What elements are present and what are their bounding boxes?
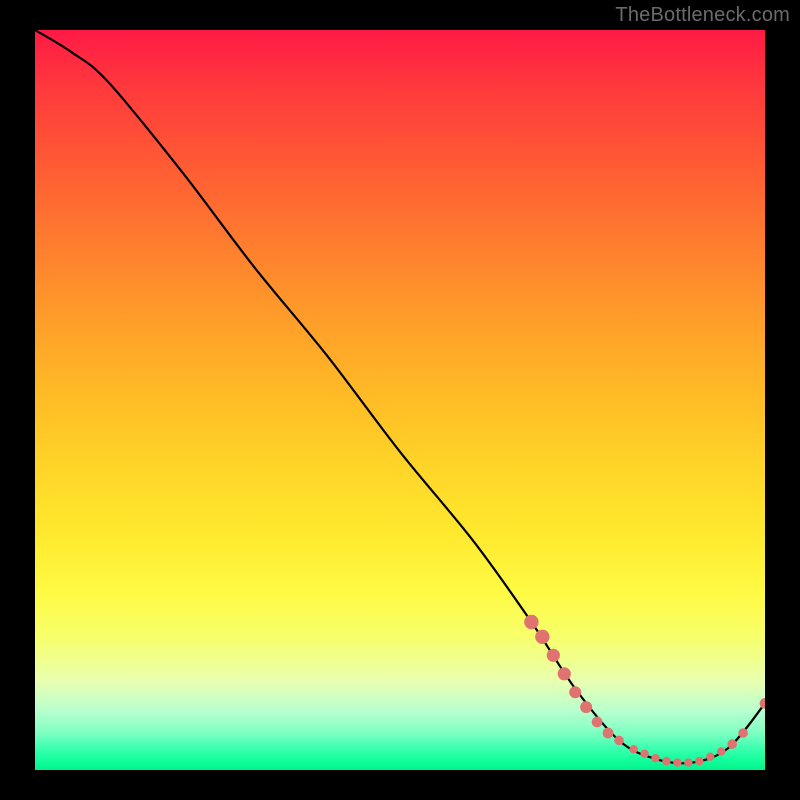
data-marker (706, 752, 714, 760)
data-marker (738, 728, 748, 738)
data-marker (717, 747, 725, 755)
data-marker (684, 758, 692, 766)
data-marker (629, 745, 637, 753)
data-marker (760, 698, 765, 709)
data-marker (558, 667, 571, 680)
bottleneck-curve (35, 30, 765, 763)
data-marker (592, 717, 603, 728)
chart-svg (35, 30, 765, 770)
data-marker (651, 754, 659, 762)
data-marker (614, 736, 624, 746)
data-marker (535, 630, 549, 644)
data-marker (580, 701, 592, 713)
data-marker (662, 757, 670, 765)
data-marker (673, 758, 681, 766)
plot-area (35, 30, 765, 770)
watermark-text: TheBottleneck.com (615, 4, 790, 27)
data-marker (547, 649, 560, 662)
data-marker (695, 757, 703, 765)
chart-frame: TheBottleneck.com (0, 0, 800, 800)
data-marker (524, 615, 538, 629)
data-marker (603, 728, 614, 739)
data-marker (569, 686, 581, 698)
data-marker (640, 750, 648, 758)
data-marker (727, 739, 737, 749)
data-markers (524, 615, 765, 767)
